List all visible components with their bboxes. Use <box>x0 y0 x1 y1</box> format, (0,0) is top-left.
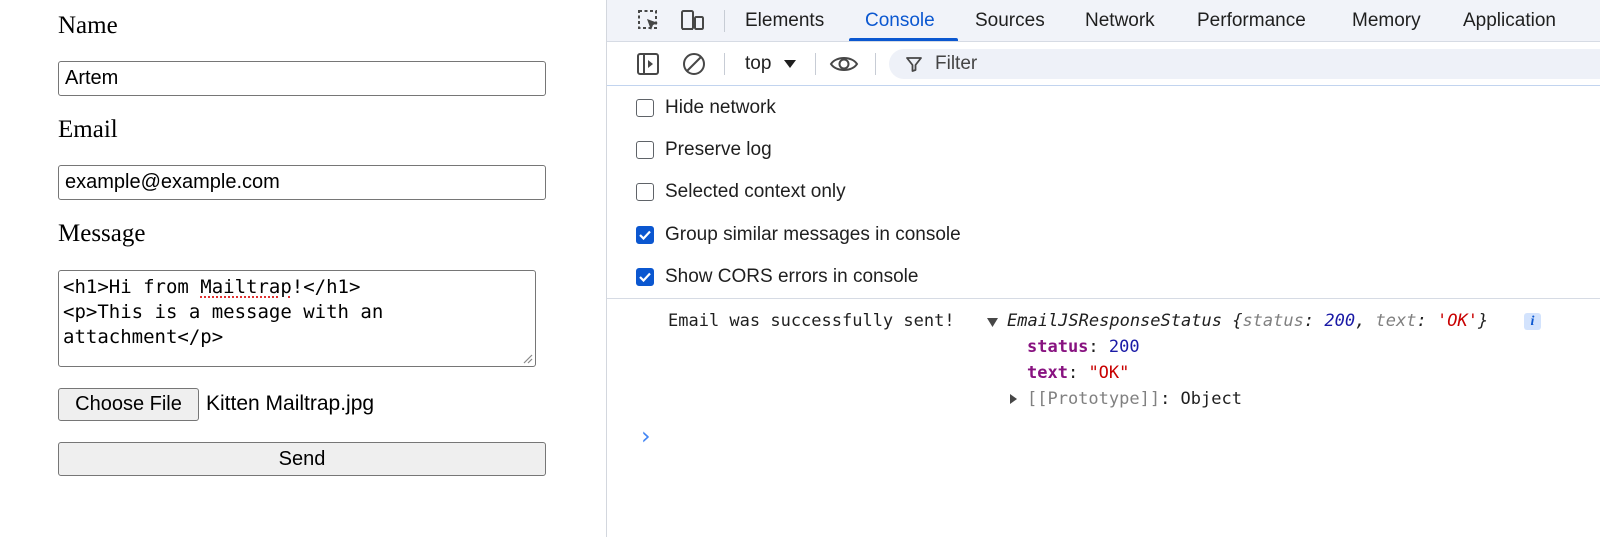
devtools-panel: Elements Console Sources Network Perform… <box>606 0 1600 537</box>
info-icon[interactable]: i <box>1524 313 1541 330</box>
message-label: Message <box>58 220 146 247</box>
settings-divider <box>607 298 1600 299</box>
show-sidebar-icon[interactable] <box>635 51 661 77</box>
tab-application[interactable]: Application <box>1463 0 1556 42</box>
tab-network[interactable]: Network <box>1085 0 1155 42</box>
active-tab-indicator <box>849 38 958 41</box>
checkbox[interactable] <box>636 99 654 117</box>
setting-show-cors-errors[interactable]: Show CORS errors in console <box>636 264 918 290</box>
email-input[interactable] <box>58 165 546 200</box>
tab-bar-separator <box>724 10 725 32</box>
setting-selected-context-only[interactable]: Selected context only <box>636 179 846 205</box>
name-input[interactable] <box>58 61 546 96</box>
send-button[interactable]: Send <box>58 442 546 476</box>
filter-icon <box>906 57 922 72</box>
device-toolbar-icon[interactable] <box>681 9 705 33</box>
toolbar-separator <box>815 53 816 75</box>
context-selector[interactable]: top <box>745 42 797 86</box>
console-prompt-icon[interactable]: › <box>641 422 651 450</box>
tab-sources[interactable]: Sources <box>975 0 1045 42</box>
name-label: Name <box>58 12 118 39</box>
check-icon <box>639 272 651 282</box>
expand-triangle-down-icon[interactable] <box>986 317 999 328</box>
setting-label: Selected context only <box>665 181 846 202</box>
property-status: status: 200 <box>1027 337 1140 357</box>
inspect-element-icon[interactable] <box>637 9 661 33</box>
console-toolbar: top Filter <box>607 42 1600 86</box>
context-value: top <box>745 53 772 74</box>
devtools-tab-bar: Elements Console Sources Network Perform… <box>607 0 1600 42</box>
tab-console[interactable]: Console <box>865 0 935 42</box>
property-text: text: "OK" <box>1027 363 1130 383</box>
live-expression-eye-icon[interactable] <box>829 51 859 77</box>
clear-console-icon[interactable] <box>681 51 707 77</box>
setting-label: Hide network <box>665 97 776 118</box>
resize-grip-icon[interactable] <box>521 352 533 364</box>
choose-file-button[interactable]: Choose File <box>58 388 199 421</box>
spellcheck-word: Mailtrap <box>200 276 292 298</box>
tab-memory[interactable]: Memory <box>1352 0 1421 42</box>
setting-hide-network[interactable]: Hide network <box>636 95 776 121</box>
message-textarea[interactable]: <h1>Hi from Mailtrap!</h1> <p>This is a … <box>58 270 536 367</box>
checkbox[interactable] <box>636 183 654 201</box>
expand-triangle-right-icon[interactable] <box>1009 393 1018 405</box>
message-line-3: attachment</p> <box>63 326 224 348</box>
selected-file-name: Kitten Mailtrap.jpg <box>206 392 375 415</box>
email-label: Email <box>58 116 118 143</box>
check-icon <box>639 230 651 240</box>
tab-performance[interactable]: Performance <box>1197 0 1306 42</box>
setting-preserve-log[interactable]: Preserve log <box>636 137 772 163</box>
console-log-message: Email was successfully sent! <box>668 311 955 331</box>
checkbox[interactable] <box>636 141 654 159</box>
toolbar-separator <box>724 53 725 75</box>
object-preview[interactable]: EmailJSResponseStatus {status: 200, text… <box>1007 311 1488 331</box>
filter-placeholder: Filter <box>935 53 978 74</box>
checkbox-checked[interactable] <box>636 268 654 286</box>
checkbox-checked[interactable] <box>636 226 654 244</box>
toolbar-separator <box>875 53 876 75</box>
setting-label: Group similar messages in console <box>665 224 961 245</box>
property-prototype[interactable]: [[Prototype]]: Object <box>1027 389 1242 409</box>
message-line-1: <h1>Hi from Mailtrap!</h1> <box>63 276 361 298</box>
setting-group-similar[interactable]: Group similar messages in console <box>636 222 961 248</box>
setting-label: Show CORS errors in console <box>665 266 919 287</box>
message-line-2: <p>This is a message with an <box>63 301 384 323</box>
tab-elements[interactable]: Elements <box>745 0 824 42</box>
chevron-down-icon <box>783 60 796 68</box>
setting-label: Preserve log <box>665 139 772 160</box>
web-page-form: Name Email Message <h1>Hi from Mailtrap!… <box>0 0 606 537</box>
filter-input[interactable]: Filter <box>889 49 1600 79</box>
